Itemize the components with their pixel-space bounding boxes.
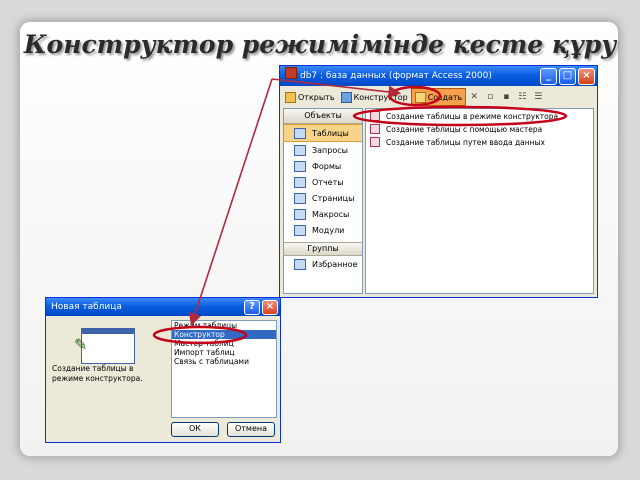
- details-view-icon[interactable]: ☰: [532, 91, 544, 103]
- dialog-close-button[interactable]: ×: [262, 300, 278, 315]
- help-button[interactable]: ?: [244, 300, 260, 315]
- module-icon: [294, 224, 306, 236]
- group-item-label: Избранное: [312, 259, 358, 269]
- list-item[interactable]: Создание таблицы с помощью мастера: [366, 123, 593, 135]
- database-window-titlebar[interactable]: db7 : база данных (формат Access 2000) _…: [280, 66, 597, 86]
- form-icon: [294, 160, 306, 172]
- wizard-icon: [370, 137, 380, 147]
- table-mode-option[interactable]: Связь с таблицами: [172, 357, 276, 366]
- delete-icon[interactable]: ✕: [468, 91, 480, 103]
- design-icon: [340, 91, 352, 103]
- new-table-dialog-titlebar[interactable]: Новая таблица ? ×: [46, 298, 280, 316]
- table-mode-option[interactable]: Режим таблицы: [172, 321, 276, 330]
- nav-item-label: Модули: [312, 225, 345, 235]
- nav-item[interactable]: Запросы: [284, 142, 362, 158]
- open-icon: [285, 91, 296, 103]
- list-view-icon[interactable]: ☷: [516, 91, 528, 103]
- table-mode-option[interactable]: Мастер таблиц: [172, 339, 276, 348]
- large-icons-icon[interactable]: ▫: [484, 91, 496, 103]
- table-mode-option[interactable]: Импорт таблиц: [172, 348, 276, 357]
- macro-icon: [294, 208, 306, 220]
- nav-item-label: Страницы: [312, 193, 355, 203]
- minimize-button[interactable]: _: [540, 68, 557, 85]
- slide-title: Конструктор режиміміндe кесте құру: [23, 30, 617, 59]
- create-button[interactable]: Создать: [410, 88, 467, 106]
- table-mode-option[interactable]: Конструктор: [172, 330, 276, 339]
- nav-item-label: Формы: [312, 161, 342, 171]
- report-icon: [294, 176, 306, 188]
- database-window-title: db7 : база данных (формат Access 2000): [300, 71, 492, 81]
- small-icons-icon[interactable]: ▪: [500, 91, 512, 103]
- page-icon: [294, 192, 306, 204]
- cancel-button[interactable]: Отмена: [227, 422, 275, 437]
- wizard-icon: [370, 111, 380, 121]
- nav-item[interactable]: Формы: [284, 158, 362, 174]
- design-button[interactable]: Конструктор: [338, 89, 411, 105]
- pencil-icon: ✎: [74, 335, 88, 354]
- ok-button[interactable]: ОК: [171, 422, 219, 437]
- open-button[interactable]: Открыть: [282, 89, 338, 105]
- new-table-dialog-title: Новая таблица: [51, 302, 122, 312]
- new-icon: [414, 91, 426, 103]
- list-item-label: Создание таблицы с помощью мастера: [386, 124, 543, 134]
- nav-item[interactable]: Страницы: [284, 190, 362, 206]
- database-window: db7 : база данных (формат Access 2000) _…: [279, 65, 598, 298]
- table-mode-list: Режим таблицы Конструктор Мастер таблиц Имп…: [171, 320, 277, 418]
- object-list: Создание таблицы в режиме конструктора Со…: [365, 108, 594, 294]
- nav-item-label: Макросы: [312, 209, 350, 219]
- maximize-button[interactable]: □: [559, 68, 576, 85]
- groups-header[interactable]: Группы: [284, 242, 362, 256]
- new-table-dialog: Новая таблица ? × ✎ Создание таблицы в р…: [45, 297, 281, 443]
- dialog-description: Создание таблицы в режиме конструктора.: [52, 364, 143, 383]
- list-item-label: Создание таблицы в режиме конструктора: [386, 111, 559, 121]
- list-item-label: Создание таблицы путем ввода данных: [386, 137, 545, 147]
- nav-item[interactable]: Отчеты: [284, 174, 362, 190]
- objects-panel-header: Объекты: [284, 109, 362, 124]
- table-icon: [294, 127, 306, 139]
- folder-icon: [294, 258, 306, 270]
- nav-item-label: Запросы: [312, 145, 348, 155]
- list-item[interactable]: Создание таблицы путем ввода данных: [366, 136, 593, 148]
- nav-item-label: Отчеты: [312, 177, 344, 187]
- database-toolbar: Открыть Конструктор Создать ✕ ▫ ▪ ☷ ☰: [282, 88, 595, 106]
- wizard-icon: [370, 124, 380, 134]
- close-button[interactable]: ×: [578, 68, 595, 85]
- table-wizard-picture: ✎: [74, 328, 135, 364]
- query-icon: [294, 144, 306, 156]
- objects-panel: Объекты Таблицы Запросы Формы Отчеты Страниц…: [283, 108, 363, 294]
- list-item[interactable]: Создание таблицы в режиме конструктора: [366, 110, 593, 122]
- group-item[interactable]: Избранное: [284, 256, 362, 272]
- nav-item[interactable]: Модули: [284, 222, 362, 238]
- dialog-preview: ✎ Создание таблицы в режиме конструктора…: [52, 320, 165, 417]
- access-icon: [285, 67, 297, 79]
- nav-item-label: Таблицы: [312, 128, 349, 138]
- nav-item[interactable]: Макросы: [284, 206, 362, 222]
- nav-item[interactable]: Таблицы: [284, 124, 362, 142]
